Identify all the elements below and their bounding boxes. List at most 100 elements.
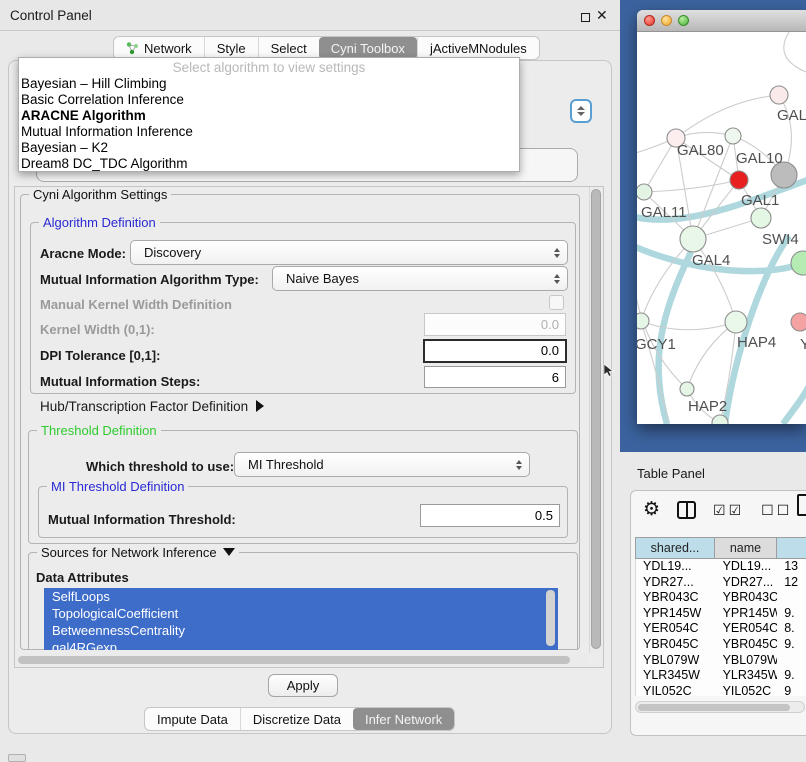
algorithm-option[interactable]: Bayesian – Hill Climbing [19, 76, 519, 92]
select-all-checkboxes-icon[interactable]: ☑☑ [713, 502, 744, 519]
attribute-option[interactable]: SelfLoops [44, 588, 558, 605]
deselect-all-checkboxes-icon[interactable]: ☐☐ [761, 502, 792, 519]
table-cell: YPR145W [636, 606, 716, 622]
which-threshold-label: Which threshold to use: [86, 459, 234, 474]
tab-network[interactable]: Network [114, 37, 204, 59]
close-icon[interactable]: ✕ [596, 7, 608, 24]
table-panel-title: Table Panel [637, 466, 705, 481]
column-browser-icon[interactable] [677, 501, 696, 519]
attribute-option[interactable]: gal4RGexp [44, 639, 558, 650]
kernel-width-field[interactable]: 0.0 [424, 313, 566, 336]
algorithm-dropdown-list: Select algorithm to view settings Bayesi… [18, 57, 520, 172]
dpi-tolerance-field[interactable]: 0.0 [423, 339, 567, 363]
table-row[interactable]: YLR345WYLR345W9. [636, 668, 806, 684]
table-header-cell[interactable]: name [715, 537, 777, 559]
tab-discretize-data[interactable]: Discretize Data [240, 708, 353, 730]
network-node[interactable] [637, 313, 649, 329]
tab-select[interactable]: Select [258, 37, 319, 59]
network-edge[interactable] [644, 180, 739, 192]
mi-threshold-field[interactable]: 0.5 [420, 504, 560, 527]
table-row[interactable]: YER054CYER054C8. [636, 621, 806, 637]
mi-type-combobox[interactable]: Naive Bayes [272, 266, 568, 291]
node-label: GAL10 [736, 150, 783, 167]
network-node[interactable] [637, 184, 652, 200]
network-node[interactable] [680, 382, 694, 396]
settings-horizontal-scrollbar-thumb[interactable] [18, 656, 570, 664]
tab-style[interactable]: Style [204, 37, 258, 59]
table-row[interactable]: YPR145WYPR145W9. [636, 606, 806, 622]
algorithm-option[interactable]: Mutual Information Inference [19, 124, 519, 140]
mi-type-label: Mutual Information Algorithm Type: [40, 272, 259, 287]
attribute-option[interactable]: BetweennessCentrality [44, 622, 558, 639]
mi-steps-field[interactable]: 6 [424, 366, 566, 388]
attribute-option[interactable]: TopologicalCoefficient [44, 605, 558, 622]
threshold-definition-title: Threshold Definition [37, 423, 161, 438]
zoom-traffic-light-icon[interactable] [678, 15, 689, 26]
cyni-algorithm-settings-title: Cyni Algorithm Settings [29, 187, 171, 202]
apply-button[interactable]: Apply [268, 674, 338, 697]
network-view-window[interactable]: GALGAL80GAL10GAL1GAL11SWI4GAL4GCY1HAP4YH… [637, 10, 806, 424]
network-canvas[interactable]: GALGAL80GAL10GAL1GAL11SWI4GAL4GCY1HAP4YH… [637, 32, 806, 424]
sources-title[interactable]: Sources for Network Inference [37, 545, 239, 560]
network-node[interactable] [770, 86, 788, 104]
attributes-list-scrollbar-thumb[interactable] [546, 590, 555, 646]
tab-cyni-toolbox[interactable]: Cyni Toolbox [319, 37, 417, 59]
tab-jactivemnodules[interactable]: jActiveMNodules [417, 37, 539, 59]
tab-impute-data[interactable]: Impute Data [145, 708, 240, 730]
algorithm-option[interactable]: Basic Correlation Inference [19, 92, 519, 108]
document-icon[interactable] [797, 494, 806, 516]
network-node[interactable] [730, 171, 748, 189]
node-label: HAP2 [688, 398, 727, 415]
table-row[interactable]: YDR27...YDR27...12 [636, 575, 806, 591]
table-cell: YBR043C [636, 590, 716, 606]
algorithm-combobox-focus-fragment[interactable] [570, 99, 592, 123]
table-row[interactable]: YBR043CYBR043C [636, 590, 806, 606]
network-node[interactable] [791, 313, 806, 331]
collapse-down-icon [223, 548, 235, 556]
tab-label: Cyni Toolbox [331, 41, 405, 56]
table-horizontal-scrollbar-thumb[interactable] [638, 704, 790, 711]
network-node[interactable] [725, 311, 747, 333]
manual-kernel-width-checkbox[interactable] [549, 295, 564, 310]
aracne-mode-combobox[interactable]: Discovery [130, 240, 568, 265]
tab-infer-network[interactable]: Infer Network [353, 708, 454, 730]
float-window-icon[interactable] [581, 13, 590, 22]
table-row[interactable]: YBR045CYBR045C9. [636, 637, 806, 653]
network-node[interactable] [725, 128, 741, 144]
table-row[interactable]: YBL079WYBL079W [636, 653, 806, 669]
hub-definition-expander[interactable]: Hub/Transcription Factor Definition [40, 399, 264, 414]
expand-right-icon [256, 400, 264, 412]
node-label: SWI4 [762, 231, 799, 248]
algorithm-option[interactable]: ARACNE Algorithm [19, 108, 519, 124]
table-cell: YLR345W [716, 668, 778, 684]
network-edge[interactable] [783, 380, 806, 424]
table-cell: 9. [777, 668, 806, 684]
application-window: Control Panel ✕ NetworkStyleSelect Cyni T… [0, 0, 806, 762]
manual-kernel-width-label: Manual Kernel Width Definition [40, 297, 232, 312]
combo-stepper-icon [554, 267, 560, 290]
combo-stepper-icon [516, 453, 522, 476]
gear-icon[interactable]: ⚙ [643, 500, 660, 520]
close-traffic-light-icon[interactable] [644, 15, 655, 26]
control-panel-titlebar: Control Panel ✕ [0, 0, 620, 31]
network-edge[interactable] [641, 321, 736, 330]
table-horizontal-scrollbar[interactable] [635, 701, 805, 713]
network-node[interactable] [680, 226, 706, 252]
data-attributes-list[interactable]: SelfLoopsTopologicalCoefficientBetweenne… [44, 588, 558, 650]
network-edge[interactable] [784, 32, 806, 72]
algorithm-definition-title: Algorithm Definition [39, 215, 160, 230]
algorithm-option[interactable]: Dream8 DC_TDC Algorithm [19, 156, 519, 172]
table-header-cell[interactable] [777, 537, 806, 559]
table-row[interactable]: YIL052CYIL052C9 [636, 684, 806, 696]
settings-vertical-scrollbar-thumb[interactable] [591, 189, 601, 649]
table-header-cell[interactable]: shared... [635, 537, 715, 559]
network-window-titlebar[interactable] [637, 10, 806, 32]
network-node[interactable] [751, 208, 771, 228]
partial-bottom-button[interactable] [8, 754, 26, 762]
which-threshold-combobox[interactable]: MI Threshold [234, 452, 530, 477]
minimize-traffic-light-icon[interactable] [661, 15, 672, 26]
algorithm-option[interactable]: Bayesian – K2 [19, 140, 519, 156]
mi-threshold-definition-title: MI Threshold Definition [47, 479, 188, 494]
network-node[interactable] [791, 251, 806, 275]
table-row[interactable]: YDL19...YDL19...13 [636, 559, 806, 575]
